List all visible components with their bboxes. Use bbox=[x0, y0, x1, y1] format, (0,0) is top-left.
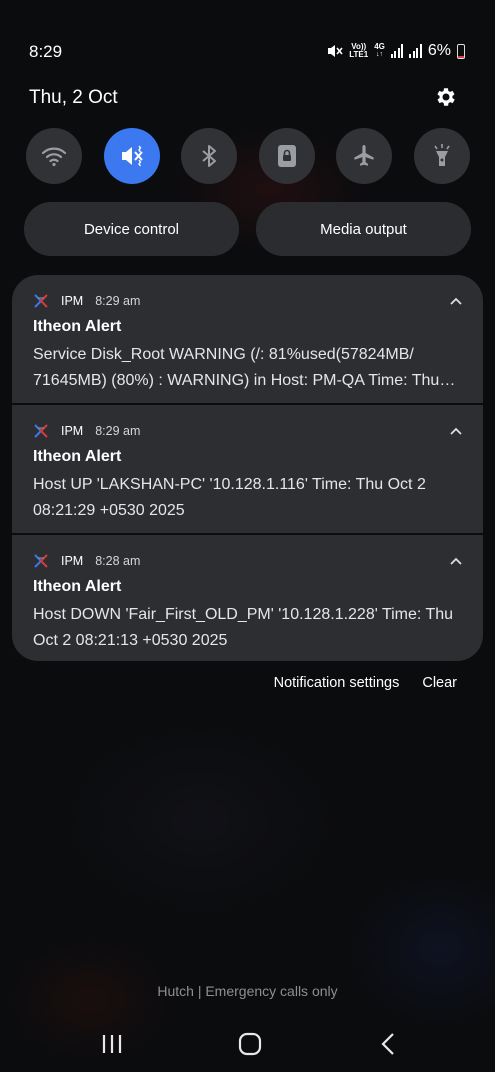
flashlight-icon bbox=[434, 144, 450, 166]
notification-title: Itheon Alert bbox=[33, 318, 122, 335]
notification-title: Itheon Alert bbox=[33, 578, 122, 595]
notification-card[interactable]: IPM 8:28 am Itheon Alert Host DOWN 'Fair… bbox=[12, 535, 483, 661]
media-output-label: Media output bbox=[320, 220, 407, 238]
quick-settings-row bbox=[26, 128, 470, 184]
network-type: 4G ↓↑ bbox=[374, 42, 385, 59]
notification-time: 8:29 am bbox=[95, 294, 141, 308]
notification-header: IPM 8:28 am bbox=[33, 552, 463, 570]
mute-vibrate-icon bbox=[121, 145, 143, 167]
notification-app-name: IPM bbox=[61, 554, 84, 568]
home-icon[interactable] bbox=[238, 1032, 262, 1056]
notification-time: 8:29 am bbox=[95, 424, 141, 438]
wifi-toggle[interactable] bbox=[26, 128, 82, 184]
device-control-label: Device control bbox=[83, 220, 180, 238]
back-icon[interactable] bbox=[378, 1032, 400, 1056]
battery-icon bbox=[457, 43, 465, 59]
notification-header: IPM 8:29 am bbox=[33, 422, 463, 440]
network-label: 4G bbox=[374, 42, 385, 51]
recents-icon[interactable] bbox=[101, 1034, 123, 1054]
status-icons: Vo)) LTE1 4G ↓↑ 6% bbox=[327, 42, 465, 60]
airplane-toggle[interactable] bbox=[336, 128, 393, 184]
mute-icon bbox=[328, 45, 343, 57]
notification-body: Host UP 'LAKSHAN-PC' '10.128.1.116' Time… bbox=[33, 476, 426, 519]
signal-icon-2 bbox=[409, 44, 422, 58]
ipm-app-icon bbox=[34, 554, 48, 568]
notification-group: IPM 8:29 am Itheon Alert Service Disk_Ro… bbox=[12, 275, 483, 661]
wifi-icon bbox=[41, 147, 67, 167]
notification-card[interactable]: IPM 8:29 am Itheon Alert Host UP 'LAKSHA… bbox=[12, 405, 483, 533]
chevron-up-icon[interactable] bbox=[449, 554, 463, 568]
device-media-row: Device control Media output bbox=[24, 202, 471, 256]
notification-time: 8:28 am bbox=[95, 554, 141, 568]
volte-indicator: Vo)) LTE1 bbox=[349, 43, 368, 59]
date-label: Thu, 2 Oct bbox=[29, 87, 118, 108]
ipm-app-icon bbox=[34, 424, 48, 438]
notification-actions: Notification settings Clear bbox=[274, 675, 457, 691]
bluetooth-icon bbox=[202, 145, 217, 167]
clear-button[interactable]: Clear bbox=[422, 675, 457, 691]
notification-app-name: IPM bbox=[61, 294, 84, 308]
notification-card[interactable]: IPM 8:29 am Itheon Alert Service Disk_Ro… bbox=[12, 275, 483, 403]
notification-title: Itheon Alert bbox=[33, 448, 122, 465]
notification-settings-button[interactable]: Notification settings bbox=[274, 675, 400, 691]
airplane-icon bbox=[354, 145, 374, 166]
device-control-button[interactable]: Device control bbox=[24, 202, 239, 256]
chevron-up-icon[interactable] bbox=[449, 424, 463, 438]
chevron-up-icon[interactable] bbox=[449, 294, 463, 308]
notification-body: Service Disk_Root WARNING (/: 81%used(57… bbox=[33, 346, 440, 389]
rotation-lock-toggle[interactable] bbox=[258, 128, 315, 184]
notification-header: IPM 8:29 am bbox=[33, 292, 463, 310]
battery-percent: 6% bbox=[427, 42, 451, 59]
bluetooth-toggle[interactable] bbox=[181, 128, 238, 184]
lte-label: LTE1 bbox=[349, 50, 369, 59]
status-time: 8:29 bbox=[29, 42, 63, 61]
signal-icon-1 bbox=[390, 44, 404, 58]
navigation-bar bbox=[0, 1020, 495, 1072]
notification-body: Host DOWN 'Fair_First_OLD_PM' '10.128.1.… bbox=[33, 606, 454, 649]
carrier-status: Hutch | Emergency calls only bbox=[157, 983, 338, 999]
media-output-button[interactable]: Media output bbox=[256, 202, 471, 256]
lock-rotation-icon bbox=[277, 145, 296, 167]
flashlight-toggle[interactable] bbox=[413, 128, 470, 184]
notification-app-name: IPM bbox=[61, 424, 84, 438]
ipm-app-icon bbox=[34, 294, 48, 308]
gear-icon[interactable] bbox=[434, 85, 458, 109]
sound-toggle[interactable] bbox=[103, 128, 160, 184]
